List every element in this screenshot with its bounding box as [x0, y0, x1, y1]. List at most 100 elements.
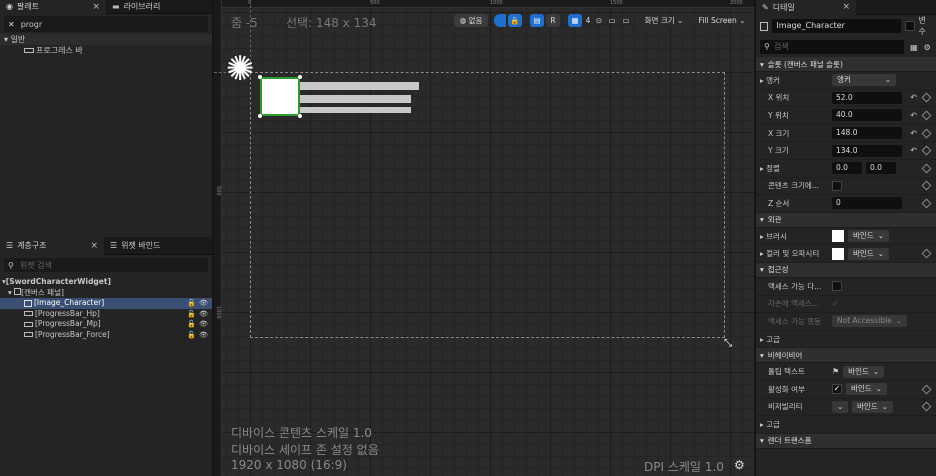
- section-behavior[interactable]: ▾ 비헤이비어: [756, 348, 936, 364]
- close-icon[interactable]: ×: [92, 2, 100, 12]
- alignment-x-input[interactable]: 0.0: [832, 162, 862, 175]
- anchor-flower-icon[interactable]: ✺: [226, 52, 255, 86]
- chevron-down-icon: ⌄: [881, 401, 888, 411]
- toggle-left[interactable]: [494, 14, 506, 27]
- tree-item-root[interactable]: ▾ [SwordCharacterWidget]: [0, 277, 212, 288]
- section-render-transform[interactable]: ▾ 렌더 트랜스폼: [756, 433, 936, 449]
- gear-icon[interactable]: ⚙: [734, 458, 745, 472]
- reset-icon[interactable]: ↶: [910, 111, 917, 120]
- tab-hierarchy[interactable]: ☰ 계층구조 ×: [0, 236, 104, 255]
- details-search-input[interactable]: ⚲ 검색: [760, 40, 904, 54]
- progressbar-force-widget[interactable]: [300, 107, 411, 113]
- screen-size-dropdown[interactable]: 화면 크기 ⌄: [638, 14, 690, 27]
- keyframe-diamond-icon[interactable]: [921, 198, 932, 209]
- resize-arrow-icon[interactable]: ⤡: [724, 338, 732, 349]
- tree-item-progressbar-hp[interactable]: [ProgressBar_Hp] 🔓 👁: [0, 309, 212, 320]
- size-x-input[interactable]: 148.0: [832, 127, 902, 140]
- reset-icon[interactable]: ↶: [910, 129, 917, 138]
- color-swatch[interactable]: [832, 247, 844, 260]
- palette-category-common[interactable]: ▾ 일반: [0, 34, 212, 45]
- resize-handle[interactable]: [298, 114, 302, 118]
- table-view-icon[interactable]: ▦: [910, 43, 918, 52]
- respect-lock-button[interactable]: R: [546, 14, 560, 27]
- lock-icon[interactable]: 🔓: [187, 309, 196, 320]
- fill-screen-dropdown[interactable]: Fill Screen ⌄: [694, 14, 750, 27]
- visibility-dropdown[interactable]: ⌄: [832, 400, 848, 413]
- tab-palette[interactable]: ◉ 팔레트 ×: [0, 0, 106, 14]
- tab-library[interactable]: ▬ 라이브러리: [106, 0, 166, 14]
- keyframe-diamond-icon[interactable]: [921, 145, 932, 156]
- keyframe-diamond-icon[interactable]: [921, 401, 932, 412]
- settings-icon[interactable]: ⚙: [924, 43, 931, 52]
- canvas-icon: [14, 287, 22, 295]
- section-appearance[interactable]: ▾ 외관: [756, 212, 936, 228]
- prop-position-x: X 위치 52.0 ↶: [756, 90, 936, 108]
- reset-icon[interactable]: ↶: [910, 146, 917, 155]
- keyframe-diamond-icon[interactable]: [921, 128, 932, 139]
- palette-item-progress-bar[interactable]: 프로그레스 바: [0, 45, 212, 56]
- bind-dropdown[interactable]: 바인드 ⌄: [848, 247, 889, 260]
- lock-button[interactable]: 🔒: [508, 14, 522, 27]
- progressbar-mp-widget[interactable]: [300, 95, 411, 103]
- resize-handle[interactable]: [258, 75, 262, 79]
- eye-icon[interactable]: 👁: [199, 330, 208, 341]
- image-icon[interactable]: ▭: [606, 14, 618, 27]
- bind-dropdown[interactable]: 바인드 ⌄: [848, 230, 889, 243]
- tab-bind-widgets[interactable]: ☰ 위젯 바인드: [104, 237, 167, 255]
- eye-icon[interactable]: 👁: [199, 319, 208, 330]
- bind-dropdown[interactable]: 바인드 ⌄: [852, 400, 893, 413]
- widget-name-field[interactable]: Image_Character: [772, 19, 902, 33]
- section-advanced-2[interactable]: ▸ 고급: [756, 416, 936, 434]
- lock-icon[interactable]: 🔓: [187, 330, 196, 341]
- size-to-content-checkbox[interactable]: [832, 180, 842, 191]
- bind-dropdown[interactable]: 바인드 ⌄: [843, 365, 885, 378]
- color-swatch[interactable]: [832, 230, 844, 243]
- hierarchy-search-input[interactable]: ⚲ 위젯 검색: [4, 258, 208, 272]
- accessible-checkbox[interactable]: [832, 281, 842, 292]
- position-y-input[interactable]: 40.0: [832, 109, 902, 122]
- reset-icon[interactable]: ↶: [910, 93, 917, 102]
- keyframe-diamond-icon[interactable]: [921, 163, 932, 174]
- grid-button[interactable]: ▦: [568, 14, 582, 27]
- section-accessibility[interactable]: ▾ 접근성: [756, 262, 936, 278]
- is-variable-checkbox[interactable]: [905, 21, 915, 31]
- keyframe-diamond-icon[interactable]: [921, 180, 932, 191]
- position-x-input[interactable]: 52.0: [832, 91, 902, 104]
- enabled-checkbox[interactable]: ✓: [832, 384, 842, 395]
- picture-icon[interactable]: ▭: [620, 14, 632, 27]
- bind-dropdown[interactable]: 바인드 ⌄: [846, 383, 887, 396]
- anchor-dropdown[interactable]: 앵커 ⌄: [832, 74, 896, 87]
- eye-icon[interactable]: 👁: [199, 309, 208, 320]
- access-behavior-dropdown[interactable]: Not Accessible ⌄: [832, 315, 908, 328]
- clear-search-icon[interactable]: ✕: [8, 20, 15, 29]
- lock-icon[interactable]: 🔓: [187, 298, 196, 309]
- layout-button[interactable]: ▤: [530, 14, 544, 27]
- progressbar-hp-widget[interactable]: [300, 82, 419, 90]
- image-character-widget[interactable]: [260, 77, 300, 116]
- keyframe-diamond-icon[interactable]: [921, 248, 932, 259]
- section-slot[interactable]: ▾ 슬롯 (캔버스 패널 슬롯): [756, 57, 936, 72]
- palette-search-input[interactable]: ✕ progr: [4, 16, 208, 32]
- zorder-input[interactable]: 0: [832, 197, 902, 210]
- tree-item-progressbar-mp[interactable]: [ProgressBar_Mp] 🔓 👁: [0, 319, 212, 330]
- tree-item-image-character[interactable]: [Image_Character] 🔓 👁: [0, 298, 212, 309]
- tree-item-progressbar-force[interactable]: [ProgressBar_Force] 🔓 👁: [0, 330, 212, 341]
- designer-viewport[interactable]: 0 500 1000 1500 2000 500 1000 줌 -5 선택: 1…: [214, 0, 754, 476]
- lock-icon[interactable]: 🔓: [187, 319, 196, 330]
- size-y-input[interactable]: 134.0: [832, 144, 902, 157]
- alignment-y-input[interactable]: 0.0: [866, 162, 896, 175]
- resize-handle[interactable]: [258, 114, 262, 118]
- eye-icon[interactable]: 👁: [199, 298, 208, 309]
- close-icon[interactable]: ×: [842, 2, 850, 12]
- preview-icon[interactable]: ⊙: [594, 14, 604, 27]
- keyframe-diamond-icon[interactable]: [921, 92, 932, 103]
- grid-size[interactable]: 4: [583, 14, 593, 27]
- close-icon[interactable]: ×: [90, 241, 98, 251]
- resize-handle[interactable]: [298, 75, 302, 79]
- keyframe-diamond-icon[interactable]: [921, 110, 932, 121]
- tree-item-canvas[interactable]: ▾ [캔버스 패널]: [0, 287, 212, 299]
- section-advanced[interactable]: ▸ 고급: [756, 331, 936, 349]
- tab-details[interactable]: ✎ 디테일 ×: [756, 0, 856, 15]
- none-button[interactable]: ◍ 없음: [454, 14, 488, 27]
- keyframe-diamond-icon[interactable]: [921, 384, 932, 395]
